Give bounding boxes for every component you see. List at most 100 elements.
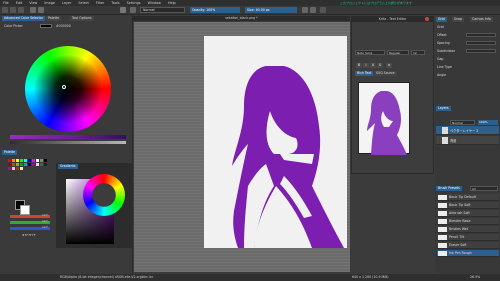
align-left-button[interactable]: ≡ xyxy=(386,63,392,68)
grid-field-spacing: Spacing xyxy=(437,41,450,45)
value-strip[interactable] xyxy=(10,141,126,144)
bold-button[interactable]: B xyxy=(356,63,362,68)
menu-file[interactable]: File xyxy=(3,1,9,5)
brush-preset-item[interactable]: Eraser Soft xyxy=(437,242,499,249)
size-slider[interactable]: Size: 40.00 px xyxy=(245,7,297,13)
brush-preset-item[interactable]: Bristles Wet xyxy=(437,226,499,233)
opacity-slider[interactable]: Opacity: 100% xyxy=(190,7,240,13)
save-icon[interactable] xyxy=(18,7,24,13)
status-bar: RGB/Alpha (8-bit integer/channel) sRGB-e… xyxy=(0,274,500,281)
brush-name: Ink Pen Rough xyxy=(449,251,472,255)
tab-palette-docker[interactable]: Palette xyxy=(2,150,18,155)
brush-thumbnail xyxy=(438,227,447,232)
background-color[interactable] xyxy=(20,205,30,215)
mirror-horizontal-icon[interactable] xyxy=(302,7,308,13)
tab-canvas-info[interactable]: Canvas Info xyxy=(470,17,493,22)
brush-preset-icon[interactable] xyxy=(120,7,126,13)
brush-preset-item[interactable]: Basic Tip Soft xyxy=(437,202,499,209)
brush-preset-item[interactable]: Basic Tip Default xyxy=(437,194,499,201)
color-space-info: RGB/Alpha (8-bit integer/channel) sRGB-e… xyxy=(60,275,154,279)
menu-settings[interactable]: Settings xyxy=(127,1,141,5)
mirror-vertical-icon[interactable] xyxy=(310,7,316,13)
menu-image[interactable]: Image xyxy=(44,1,55,5)
grid-field-gap: Gap xyxy=(437,57,444,61)
strikethrough-button[interactable]: S xyxy=(377,63,383,68)
brush-preset-item[interactable]: Airbrush Soft xyxy=(437,210,499,217)
canvas-page[interactable] xyxy=(204,36,347,248)
grid-field-grid: Grid xyxy=(437,25,444,29)
brush-thumbnail xyxy=(438,219,447,224)
menu-window[interactable]: Window xyxy=(148,1,161,5)
tab-palette[interactable]: Palette xyxy=(46,16,62,21)
tab-layers[interactable]: Layers xyxy=(436,106,451,111)
layer-opacity[interactable]: 100% xyxy=(478,120,498,125)
layer-row-background[interactable]: 背景 xyxy=(436,136,499,145)
tab-snap[interactable]: Snap xyxy=(452,17,465,22)
undo-icon[interactable] xyxy=(30,7,36,13)
grid-spacing-input[interactable] xyxy=(466,41,496,45)
brush-thumbnail xyxy=(438,243,447,248)
brush-preset-item[interactable]: Pencil Tilt xyxy=(437,234,499,241)
close-icon[interactable] xyxy=(425,17,429,21)
top-right-info: このプロジェクトにはプログラム上の誤りがあります xyxy=(340,1,412,5)
tab-grid[interactable]: Grid xyxy=(436,17,447,22)
font-style-select[interactable]: Regular xyxy=(387,50,409,55)
layer-blend-mode[interactable]: Normal xyxy=(450,120,475,125)
tab-svg-source[interactable]: SVG Source xyxy=(374,71,397,76)
grid-subdivision-input[interactable] xyxy=(466,49,496,53)
italic-button[interactable]: I xyxy=(363,63,369,68)
menu-filter[interactable]: Filter xyxy=(96,1,104,5)
layer-thumbnail xyxy=(442,127,448,134)
zoom-level[interactable]: 26.9% xyxy=(470,274,480,281)
tab-advanced-color-selector[interactable]: Advanced Color Selector xyxy=(2,16,46,21)
menu-select[interactable]: Select xyxy=(78,1,88,5)
layer-row-vector[interactable]: ベクターレイヤー 2 xyxy=(436,126,499,135)
brush-name: Bristles Wet xyxy=(449,227,468,231)
dialog-title: Krita - Text Editor xyxy=(351,16,434,22)
brush-name: Basic Tip Soft xyxy=(449,203,471,207)
menu-edit[interactable]: Edit xyxy=(16,1,23,5)
menu-help[interactable]: Help xyxy=(168,1,176,5)
open-document-icon[interactable] xyxy=(10,7,16,13)
color-wheel-cursor[interactable] xyxy=(62,85,66,89)
brush-name: Blender Basic xyxy=(449,219,471,223)
brush-preset-item[interactable]: Blender Basic xyxy=(437,218,499,225)
grid-field-subdivision: Subdivision xyxy=(437,49,456,53)
brush-tag-select[interactable]: All xyxy=(470,186,498,191)
hue-ring[interactable] xyxy=(83,174,125,216)
blend-mode-select[interactable]: Normal xyxy=(140,7,185,13)
color-picker-label: Color Picker xyxy=(4,24,23,28)
preview-silhouette xyxy=(367,91,407,155)
text-preview[interactable] xyxy=(358,82,410,155)
tab-rich-text[interactable]: Rich Text xyxy=(355,71,374,76)
brush-name: Airbrush Soft xyxy=(449,211,470,215)
workspace-icon[interactable] xyxy=(320,7,326,13)
menu-view[interactable]: View xyxy=(29,1,37,5)
redo-icon[interactable] xyxy=(38,7,44,13)
new-document-icon[interactable] xyxy=(2,7,8,13)
tab-tool-options[interactable]: Tool Options xyxy=(70,16,94,21)
tab-gradients[interactable]: Gradients xyxy=(58,164,78,169)
document-tab[interactable]: sekaikei_black.png * xyxy=(133,16,350,21)
brush-preset-item-selected[interactable]: Ink Pen Rough xyxy=(437,250,499,257)
fill-pattern-icon[interactable] xyxy=(130,7,136,13)
blue-value: 127 xyxy=(42,225,48,229)
green-value: 127 xyxy=(42,219,48,223)
color-wheel[interactable] xyxy=(25,46,111,132)
font-family-value: Noto Sans xyxy=(357,51,373,55)
menu-layer[interactable]: Layer xyxy=(62,1,71,5)
current-color-swatch[interactable] xyxy=(40,24,52,28)
font-size-input[interactable]: 12 xyxy=(411,50,425,55)
menu-tools[interactable]: Tools xyxy=(111,1,119,5)
grid-field-line-type: Line Type xyxy=(437,65,452,69)
tab-brush-presets[interactable]: Brush Presets xyxy=(436,186,462,191)
grid-field-offset: Offset xyxy=(437,33,447,37)
font-family-select[interactable]: Noto Sans xyxy=(355,50,385,55)
palette-grid[interactable] xyxy=(8,159,53,177)
brush-thumbnail xyxy=(438,211,447,216)
font-size-value: 12 xyxy=(413,51,417,55)
grid-offset-input[interactable] xyxy=(466,33,496,37)
font-style-value: Regular xyxy=(389,51,401,55)
hue-strip[interactable] xyxy=(10,135,126,139)
underline-button[interactable]: U xyxy=(370,63,376,68)
